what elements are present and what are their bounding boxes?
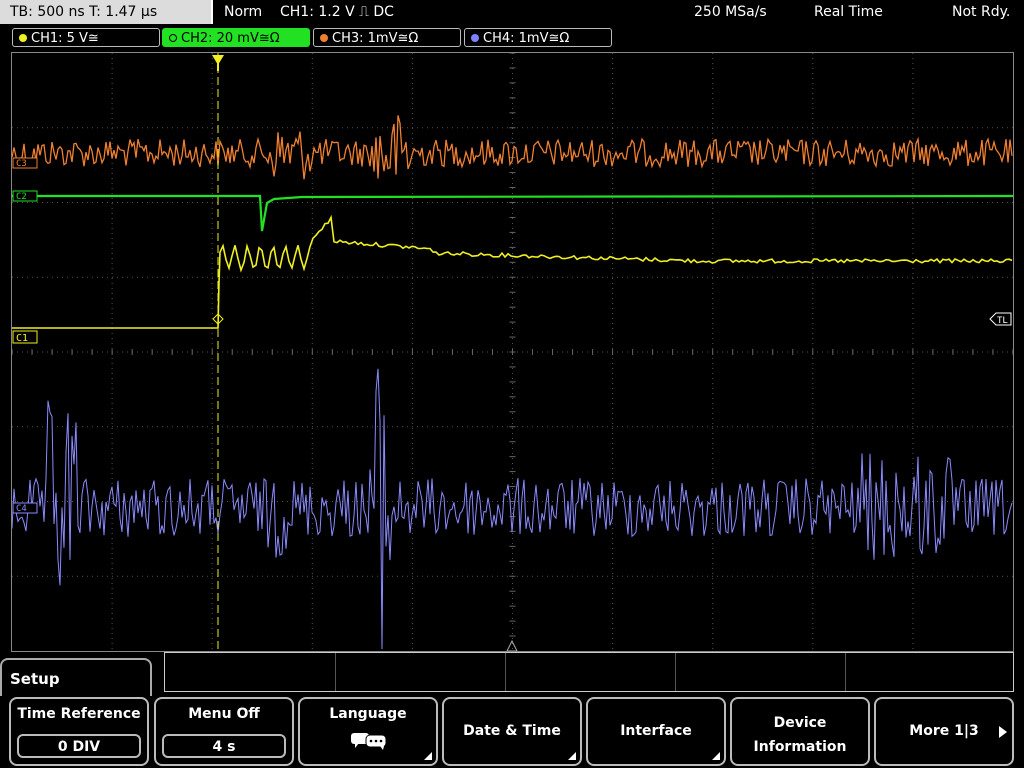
ch2-offset-marker[interactable]: C2 <box>12 190 38 202</box>
time-reference-icon[interactable] <box>506 639 518 652</box>
menu-off-label: Menu Off <box>188 706 260 722</box>
trigger-mode: Norm <box>224 4 263 20</box>
ch4-dot-icon <box>471 34 479 42</box>
sample-rate: 250 MSa/s <box>694 4 767 20</box>
trigger-level-label: TL <box>997 316 1008 326</box>
date-time-label: Date & Time <box>463 723 561 739</box>
interface-softkey[interactable]: Interface <box>586 697 726 766</box>
menu-off-softkey[interactable]: Menu Off 4 s <box>154 697 294 766</box>
time-reference-label: Time Reference <box>17 706 141 722</box>
menu-off-value: 4 s <box>162 734 286 758</box>
device-information-softkey[interactable]: Device Information <box>730 697 870 766</box>
channel-ch4-tab[interactable]: CH4: 1mV≅Ω <box>464 28 612 47</box>
message-area <box>164 652 1014 692</box>
more-label: More 1|3 <box>909 723 979 739</box>
language-softkey[interactable]: Language <box>298 697 438 766</box>
date-time-softkey[interactable]: Date & Time <box>442 697 582 766</box>
menu-title-setup: Setup <box>0 658 152 696</box>
waveform-display[interactable]: C3 C2 C1 C4 TL <box>11 52 1014 652</box>
acquisition-mode: Real Time <box>814 4 883 20</box>
trigger-level-marker[interactable]: TL <box>989 312 1012 326</box>
ch3-dot-icon <box>320 34 328 42</box>
status-bar: TB: 500 ns T: 1.47 µs Norm CH1: 1.2 V ⎍ … <box>0 0 1024 25</box>
ch2-marker-label: C2 <box>16 192 27 202</box>
timebase-readout[interactable]: TB: 500 ns T: 1.47 µs <box>0 0 213 24</box>
channel-ch3-tab[interactable]: CH3: 1mV≅Ω <box>313 28 461 47</box>
submenu-corner-icon <box>712 752 720 760</box>
ch1-dot-icon <box>19 34 27 42</box>
submenu-corner-icon <box>568 752 576 760</box>
more-softkey[interactable]: More 1|3 <box>874 697 1014 766</box>
time-reference-softkey[interactable]: Time Reference 0 DIV <box>9 697 149 766</box>
speech-bubbles-icon <box>351 733 387 750</box>
ch3-label: CH3: 1mV≅Ω <box>332 31 419 46</box>
time-reference-value: 0 DIV <box>17 734 141 758</box>
ch4-offset-marker[interactable]: C4 <box>12 502 38 514</box>
acquisition-state: Not Rdy. <box>952 4 1011 20</box>
ch3-waveform <box>11 115 1013 180</box>
language-label: Language <box>329 706 407 722</box>
ch4-label: CH4: 1mV≅Ω <box>483 31 570 46</box>
ch1-offset-marker[interactable]: C1 <box>12 330 38 344</box>
graticule <box>11 52 1014 651</box>
channel-ch2-tab[interactable]: CH2: 20 mV≅Ω <box>162 28 310 47</box>
ch1-label: CH1: 5 V≅ <box>31 31 99 46</box>
ch4-marker-label: C4 <box>16 504 27 514</box>
device-information-label: Device Information <box>753 715 847 755</box>
submenu-corner-icon <box>424 752 432 760</box>
trigger-info: CH1: 1.2 V ⎍ DC <box>280 4 394 20</box>
ch2-dot-icon <box>169 34 177 42</box>
ch3-offset-marker[interactable]: C3 <box>12 157 38 169</box>
ch3-marker-label: C3 <box>16 159 27 169</box>
ch1-marker-label: C1 <box>16 333 28 344</box>
ch2-label: CH2: 20 mV≅Ω <box>181 31 280 46</box>
interface-label: Interface <box>620 723 692 739</box>
waveform-canvas: C3 C2 C1 C4 TL <box>11 52 1014 652</box>
arrow-right-icon <box>999 726 1007 738</box>
channel-ch1-tab[interactable]: CH1: 5 V≅ <box>12 28 160 47</box>
